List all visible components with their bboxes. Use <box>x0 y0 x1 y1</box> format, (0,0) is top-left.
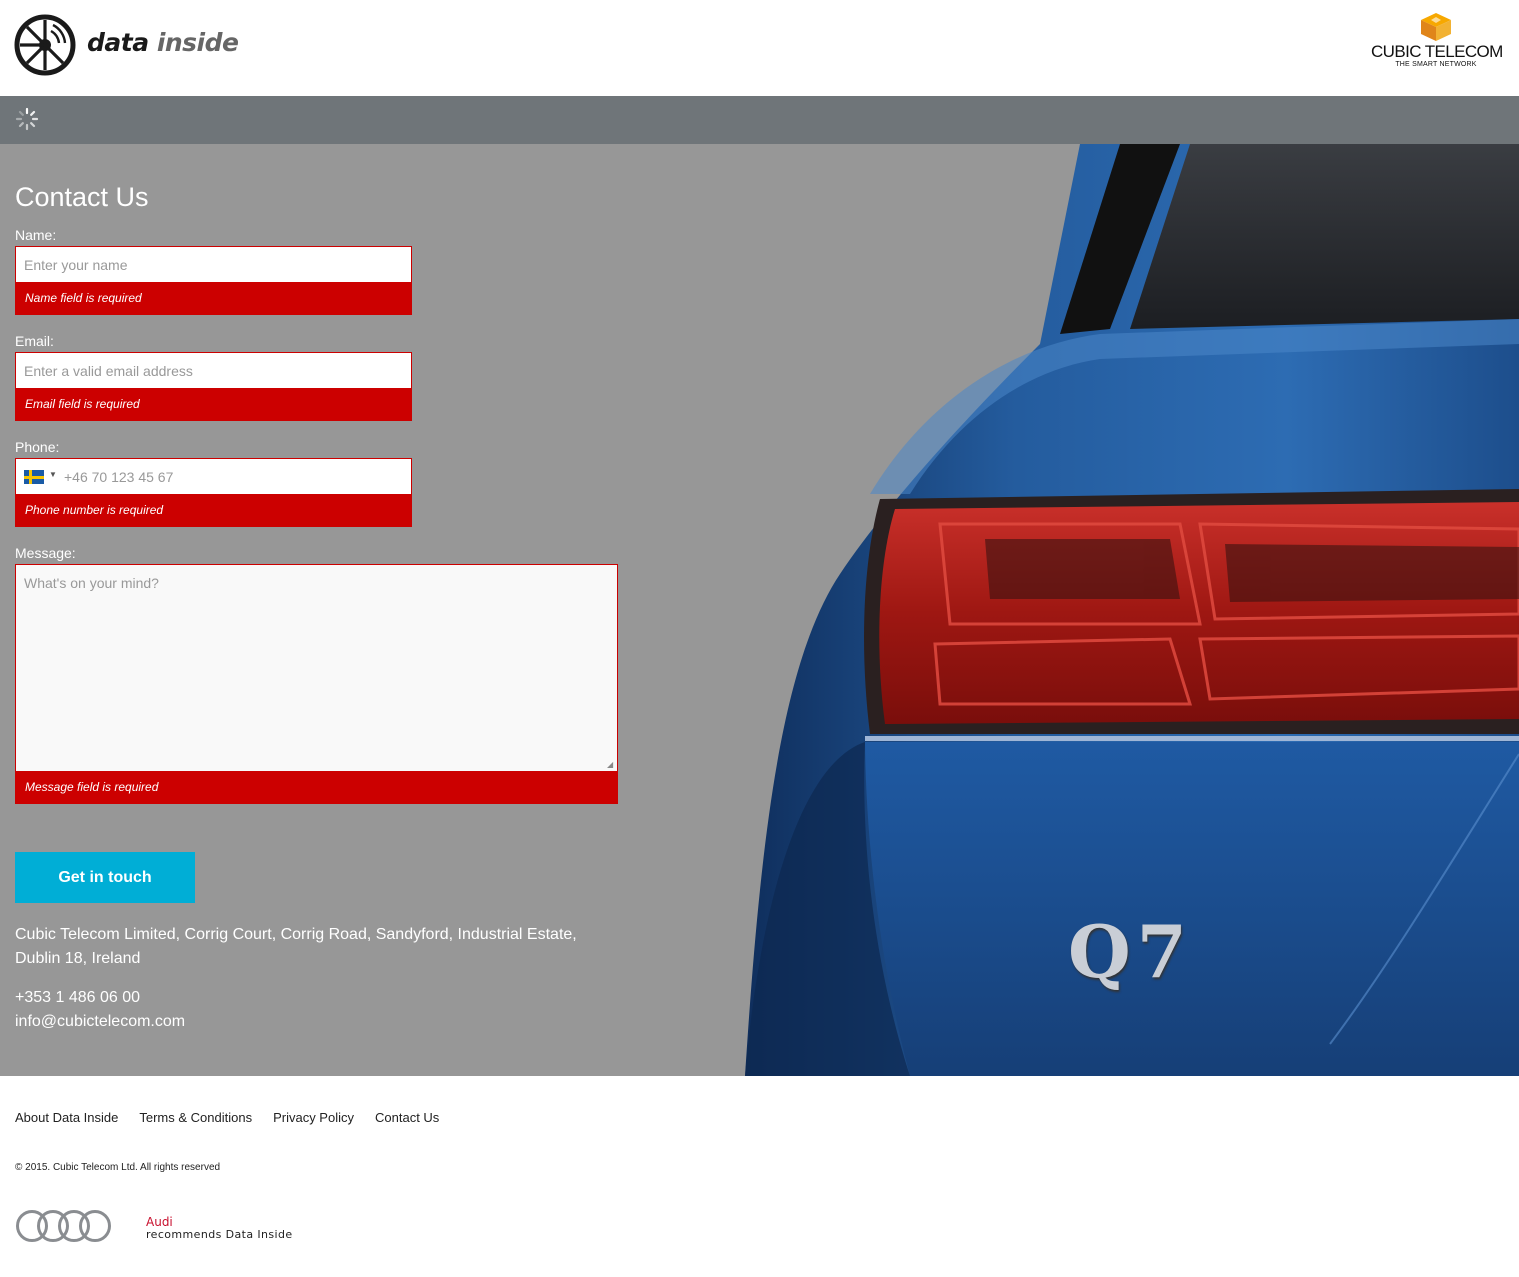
name-input[interactable] <box>16 247 411 282</box>
footer-link-privacy[interactable]: Privacy Policy <box>273 1110 354 1125</box>
partner-name: CUBIC TELECOM <box>1371 42 1503 61</box>
model-badge: Q7 <box>1068 909 1193 994</box>
phone-error: Phone number is required <box>15 495 412 527</box>
footer-link-terms[interactable]: Terms & Conditions <box>139 1110 252 1125</box>
company-address: Cubic Telecom Limited, Corrig Court, Cor… <box>15 926 577 967</box>
footer-link-about[interactable]: About Data Inside <box>15 1110 118 1125</box>
wheel-icon <box>14 14 76 76</box>
company-phone: +353 1 486 06 00 <box>15 989 141 1006</box>
audi-recommendation: Audi recommends Data Inside <box>146 1216 293 1241</box>
message-textarea[interactable] <box>16 565 617 771</box>
message-label: Message: <box>15 545 76 561</box>
partner-tagline: THE SMART NETWORK <box>1395 61 1477 68</box>
cubic-telecom-logo[interactable]: CUBIC TELECOM THE SMART NETWORK <box>1371 12 1503 74</box>
get-in-touch-button[interactable]: Get in touch <box>15 852 195 903</box>
audi-recommends-text: recommends Data Inside <box>146 1228 293 1241</box>
footer-nav: About Data Inside Terms & Conditions Pri… <box>15 1110 439 1125</box>
message-field[interactable]: ◢ <box>15 564 618 772</box>
phone-input[interactable] <box>16 459 411 494</box>
chevron-down-icon[interactable]: ▼ <box>49 470 57 479</box>
email-error: Email field is required <box>15 389 412 421</box>
message-error: Message field is required <box>15 772 618 804</box>
sweden-flag-icon[interactable] <box>24 470 44 484</box>
company-email[interactable]: info@cubictelecom.com <box>15 1010 185 1034</box>
data-inside-logo[interactable]: data inside <box>14 14 239 76</box>
email-field[interactable] <box>15 352 412 389</box>
footer-link-contact[interactable]: Contact Us <box>375 1110 439 1125</box>
email-label: Email: <box>15 333 54 349</box>
logo-word-data: data <box>87 27 149 57</box>
name-field[interactable] <box>15 246 412 283</box>
logo-wordmark: data inside <box>87 27 239 57</box>
resize-handle-icon[interactable]: ◢ <box>607 761 615 769</box>
logo-word-inside: inside <box>156 27 239 57</box>
name-error: Name field is required <box>15 283 412 315</box>
phone-label: Phone: <box>15 439 60 455</box>
audi-rings-icon <box>16 1210 111 1242</box>
site-header: data inside CUBIC TELECOM THE SMART NETW… <box>0 0 1519 96</box>
loading-spinner-icon <box>15 107 39 131</box>
cube-icon <box>1421 13 1451 41</box>
copyright: © 2015. Cubic Telecom Ltd. All rights re… <box>15 1162 221 1173</box>
page-title: Contact Us <box>15 182 149 212</box>
toolbar-bar <box>0 96 1519 144</box>
phone-field[interactable]: ▼ <box>15 458 412 495</box>
email-input[interactable] <box>16 353 411 388</box>
name-label: Name: <box>15 227 57 243</box>
